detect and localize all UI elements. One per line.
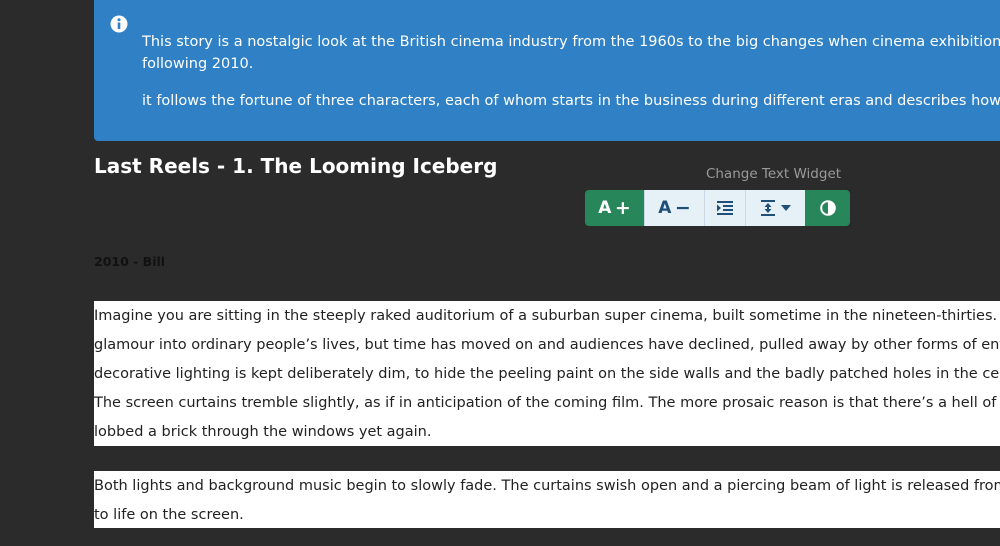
contrast-button[interactable]: [805, 190, 850, 226]
plus-icon: +: [614, 197, 631, 219]
paragraph-line: Imagine you are sitting in the steeply r…: [94, 308, 1000, 324]
paragraph-line: glamour into ordinary people’s lives, bu…: [94, 337, 1000, 353]
story-title: Last Reels - 1. The Looming Iceberg: [94, 154, 498, 178]
indent-icon: [717, 201, 733, 215]
info-text-line: it follows the fortune of three characte…: [142, 93, 1000, 109]
story-paragraph: Imagine you are sitting in the steeply r…: [94, 301, 1000, 446]
indent-button[interactable]: [704, 190, 745, 226]
paragraph-line: decorative lighting is kept deliberately…: [94, 366, 1000, 382]
paragraph-line: to life on the screen.: [94, 507, 244, 523]
paragraph-line: Both lights and background music begin t…: [94, 478, 1000, 494]
paragraph-line: lobbed a brick through the windows yet a…: [94, 424, 432, 440]
increase-text-button[interactable]: A +: [585, 190, 644, 226]
decrease-text-label: A: [658, 198, 672, 218]
info-text-line: following 2010.: [142, 56, 254, 72]
caret-down-icon: [781, 205, 791, 211]
info-circle-icon: [110, 15, 128, 33]
story-paragraph: Both lights and background music begin t…: [94, 471, 1000, 528]
text-widget-toolbar: A + A −: [585, 190, 850, 226]
contrast-icon: [819, 200, 836, 216]
paragraph-line: The screen curtains tremble slightly, as…: [94, 395, 1000, 411]
page: This story is a nostalgic look at the Br…: [0, 0, 1000, 546]
line-spacing-button[interactable]: [745, 190, 805, 226]
section-heading: 2010 - Bill: [94, 254, 166, 269]
line-spacing-icon: [761, 200, 775, 216]
minus-icon: −: [674, 197, 691, 219]
widget-tooltip: Change Text Widget: [704, 162, 843, 187]
decrease-text-button[interactable]: A −: [644, 190, 704, 226]
info-text-line: This story is a nostalgic look at the Br…: [142, 34, 1000, 50]
increase-text-label: A: [598, 198, 612, 218]
